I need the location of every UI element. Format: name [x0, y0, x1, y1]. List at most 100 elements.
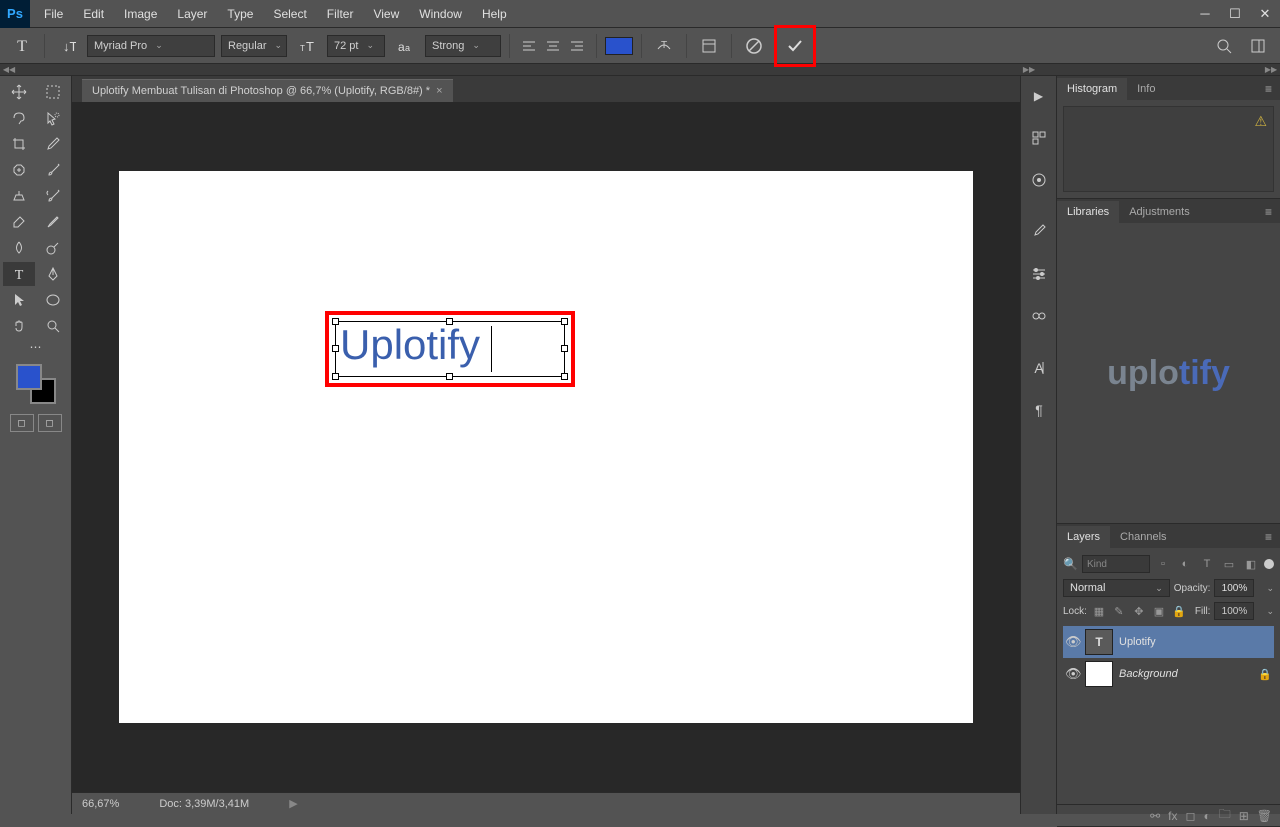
lock-all-icon[interactable]: 🔒: [1171, 603, 1187, 619]
libraries-panel-menu[interactable]: ≡: [1257, 201, 1280, 223]
minimize-button[interactable]: ─: [1190, 0, 1220, 28]
tab-channels[interactable]: Channels: [1110, 526, 1176, 548]
layers-panel-menu[interactable]: ≡: [1257, 526, 1280, 548]
canvas[interactable]: Uplotify: [119, 171, 973, 723]
font-family-dropdown[interactable]: Myriad Pro⌄: [87, 35, 215, 57]
filter-toggle[interactable]: [1264, 559, 1274, 569]
text-color-swatch[interactable]: [605, 37, 633, 55]
lock-pixels-icon[interactable]: ✎: [1111, 603, 1127, 619]
brushes-panel-icon[interactable]: [1025, 218, 1053, 246]
tab-adjustments[interactable]: Adjustments: [1119, 201, 1200, 223]
tab-close-icon[interactable]: ×: [436, 85, 442, 97]
handle-bottom-middle[interactable]: [446, 373, 453, 380]
group-icon[interactable]: 🗀: [1219, 805, 1231, 826]
layer-name[interactable]: Background: [1119, 668, 1178, 680]
filter-pixel-icon[interactable]: ▫: [1154, 555, 1172, 573]
menu-filter[interactable]: Filter: [317, 1, 364, 27]
character-panel-button[interactable]: [695, 32, 723, 60]
handle-bottom-left[interactable]: [332, 373, 339, 380]
visibility-toggle[interactable]: 👁: [1065, 634, 1079, 650]
layer-thumbnail[interactable]: T: [1085, 629, 1113, 655]
align-center-button[interactable]: [542, 35, 564, 57]
filter-type-icon[interactable]: T: [1198, 555, 1216, 573]
text-orientation-button[interactable]: ↓T: [53, 32, 81, 60]
lock-icon[interactable]: 🔒: [1258, 668, 1272, 681]
menu-type[interactable]: Type: [217, 1, 263, 27]
quick-mask-button[interactable]: ◻: [38, 414, 62, 432]
zoom-tool[interactable]: [37, 314, 69, 338]
layer-mask-icon[interactable]: ◻: [1185, 809, 1195, 823]
font-size-dropdown[interactable]: 72 pt⌄: [327, 35, 385, 57]
align-left-button[interactable]: [518, 35, 540, 57]
delete-layer-icon[interactable]: 🗑: [1257, 809, 1272, 823]
doc-size[interactable]: Doc: 3,39M/3,41M: [159, 798, 249, 810]
spot-heal-tool[interactable]: [3, 158, 35, 182]
collapse-left-icon[interactable]: ◀◀: [0, 64, 18, 75]
color-picker[interactable]: [16, 364, 56, 404]
tab-info[interactable]: Info: [1127, 78, 1165, 100]
document-tab[interactable]: Uplotify Membuat Tulisan di Photoshop @ …: [82, 79, 453, 102]
align-right-button[interactable]: [566, 35, 588, 57]
shape-tool[interactable]: [37, 288, 69, 312]
dodge-tool[interactable]: [37, 236, 69, 260]
quick-select-tool[interactable]: [37, 106, 69, 130]
crop-tool[interactable]: [3, 132, 35, 156]
antialias-dropdown[interactable]: Strong⌄: [425, 35, 501, 57]
history-brush-tool[interactable]: [37, 184, 69, 208]
menu-window[interactable]: Window: [409, 1, 472, 27]
blend-mode-dropdown[interactable]: Normal⌄: [1063, 579, 1170, 597]
histogram-panel-menu[interactable]: ≡: [1257, 78, 1280, 100]
lock-position-icon[interactable]: ✥: [1131, 603, 1147, 619]
character-panel-icon[interactable]: A: [1025, 354, 1053, 382]
lasso-tool[interactable]: [3, 106, 35, 130]
lock-transparency-icon[interactable]: ▦: [1091, 603, 1107, 619]
clone-source-panel-icon[interactable]: [1025, 302, 1053, 330]
brush-settings-panel-icon[interactable]: [1025, 260, 1053, 288]
hand-tool[interactable]: [3, 314, 35, 338]
close-button[interactable]: ✕: [1250, 0, 1280, 28]
commit-edit-button[interactable]: [781, 32, 809, 60]
move-tool[interactable]: [3, 80, 35, 104]
menu-view[interactable]: View: [363, 1, 409, 27]
brush-tool[interactable]: [37, 158, 69, 182]
menu-help[interactable]: Help: [472, 1, 517, 27]
zoom-level[interactable]: 66,67%: [82, 798, 119, 810]
collapse-mid-icon[interactable]: ▶▶: [1020, 64, 1038, 75]
path-select-tool[interactable]: [3, 288, 35, 312]
fill-value[interactable]: 100%: [1214, 602, 1254, 620]
menu-edit[interactable]: Edit: [73, 1, 114, 27]
layer-filter-kind[interactable]: Kind: [1082, 555, 1150, 573]
cancel-edit-button[interactable]: [740, 32, 768, 60]
layer-row-text[interactable]: 👁 T Uplotify: [1063, 626, 1274, 658]
filter-shape-icon[interactable]: ▭: [1220, 555, 1238, 573]
warning-icon[interactable]: ⚠: [1254, 113, 1267, 130]
tab-layers[interactable]: Layers: [1057, 526, 1110, 548]
layer-row-background[interactable]: 👁 Background 🔒: [1063, 658, 1274, 690]
text-layer-content[interactable]: Uplotify: [336, 322, 564, 368]
filter-adjustment-icon[interactable]: ◐: [1176, 555, 1194, 573]
tab-histogram[interactable]: Histogram: [1057, 78, 1127, 100]
actions-panel-icon[interactable]: ▶: [1025, 82, 1053, 110]
lock-artboard-icon[interactable]: ▣: [1151, 603, 1167, 619]
standard-mode-button[interactable]: ◻: [10, 414, 34, 432]
handle-top-left[interactable]: [332, 318, 339, 325]
warp-text-button[interactable]: T: [650, 32, 678, 60]
layer-thumbnail[interactable]: [1085, 661, 1113, 687]
properties-panel-icon[interactable]: [1025, 124, 1053, 152]
eraser-tool[interactable]: [3, 210, 35, 234]
gradient-tool[interactable]: [37, 210, 69, 234]
new-layer-icon[interactable]: ⊞: [1239, 809, 1249, 823]
opacity-value[interactable]: 100%: [1214, 579, 1254, 597]
pen-tool[interactable]: [37, 262, 69, 286]
font-style-dropdown[interactable]: Regular⌄: [221, 35, 287, 57]
layer-name[interactable]: Uplotify: [1119, 636, 1156, 648]
canvas-area[interactable]: Uplotify: [72, 102, 1020, 792]
filter-smart-icon[interactable]: ◧: [1242, 555, 1260, 573]
marquee-tool[interactable]: [37, 80, 69, 104]
eyedropper-tool[interactable]: [37, 132, 69, 156]
tab-libraries[interactable]: Libraries: [1057, 201, 1119, 223]
paragraph-panel-icon[interactable]: ¶: [1025, 396, 1053, 424]
adjustment-layer-icon[interactable]: ◐: [1203, 809, 1210, 823]
handle-bottom-right[interactable]: [561, 373, 568, 380]
handle-middle-left[interactable]: [332, 345, 339, 352]
